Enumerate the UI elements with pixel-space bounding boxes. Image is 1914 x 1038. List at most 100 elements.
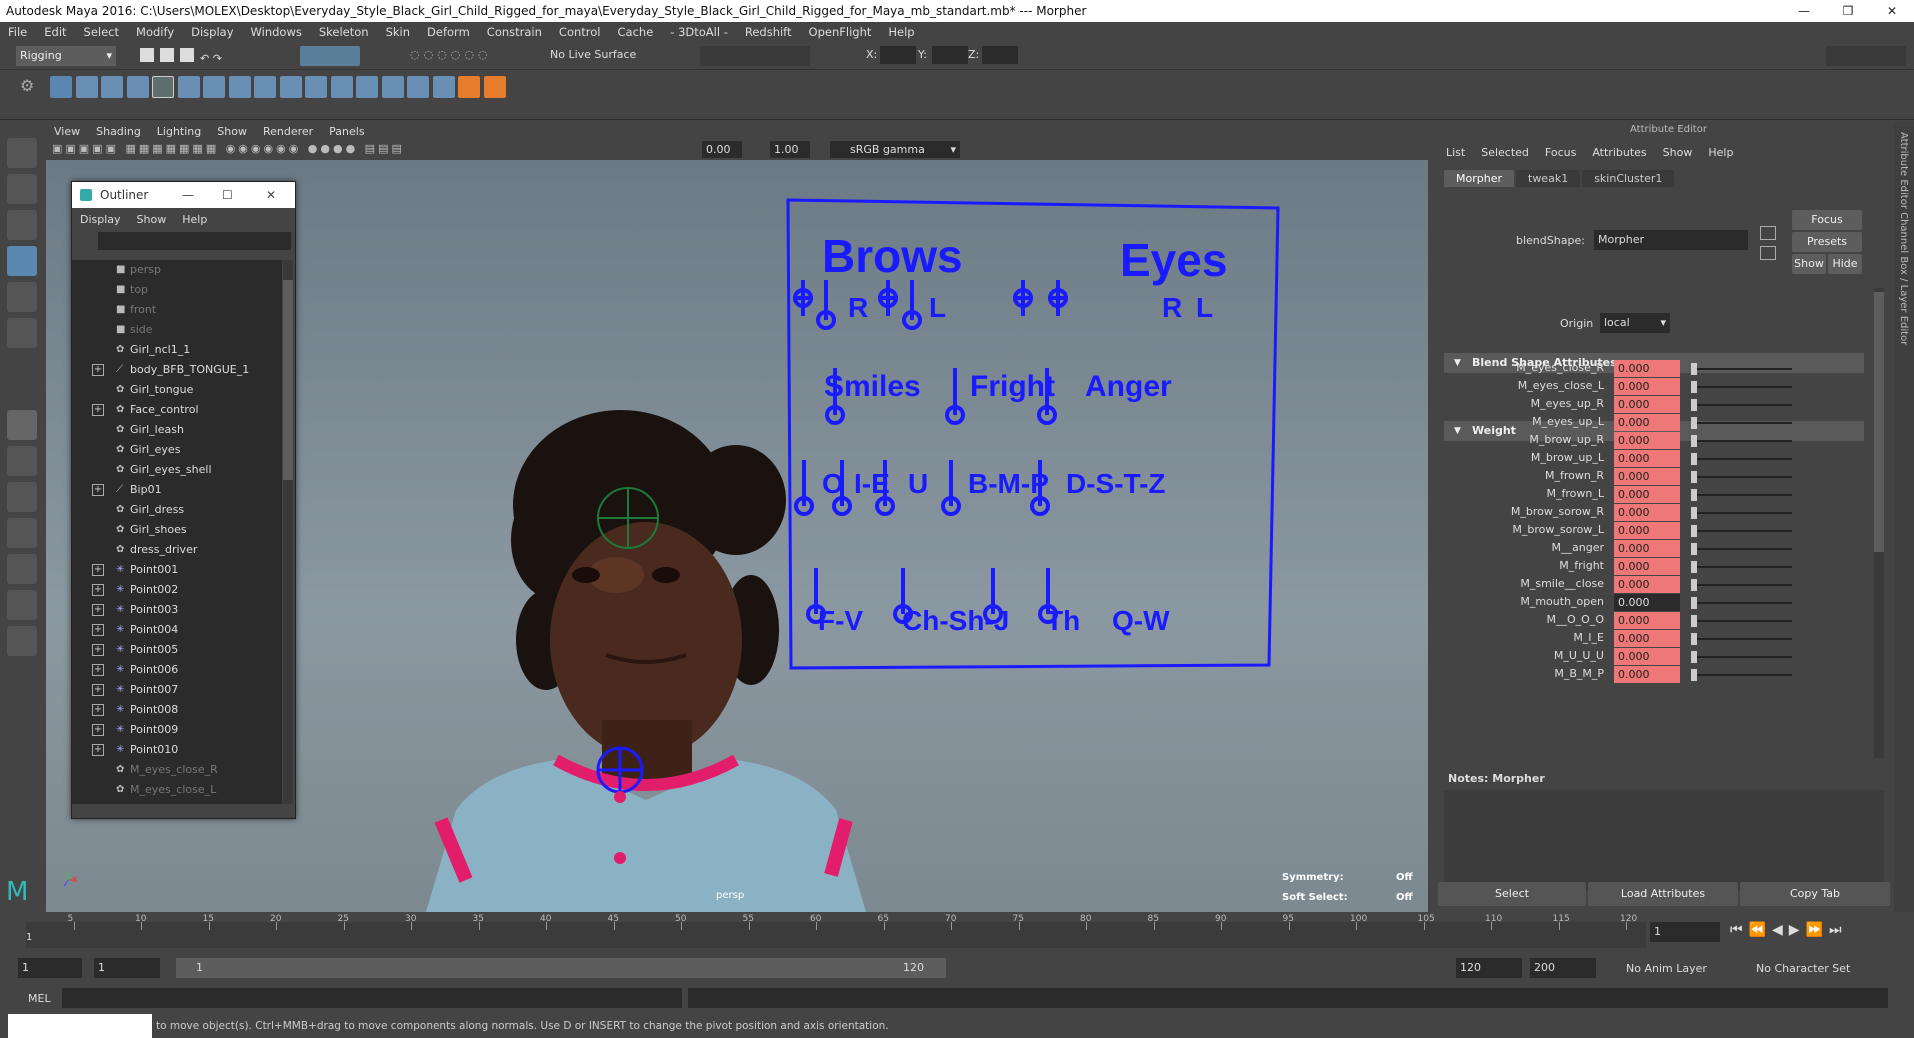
weight-slider[interactable]: [1694, 584, 1792, 586]
expand-icon[interactable]: +: [92, 584, 104, 596]
outliner-item[interactable]: ✿ Girl_tongue: [72, 380, 282, 400]
outliner-item[interactable]: ✿ Girl_eyes_shell: [72, 460, 282, 480]
rotate-tool-icon[interactable]: [7, 282, 37, 312]
outliner-item[interactable]: + ⟋ Bip01: [72, 480, 282, 500]
weight-slider[interactable]: [1694, 530, 1792, 532]
outliner-item[interactable]: + ✳ Point010: [72, 740, 282, 760]
weight-slider[interactable]: [1694, 494, 1792, 496]
weight-slider-handle[interactable]: [1691, 435, 1697, 447]
outliner-item[interactable]: + ✳ Point003: [72, 600, 282, 620]
layout2-icon[interactable]: [7, 590, 37, 620]
panel-menu-show[interactable]: Show: [217, 125, 247, 138]
weight-value-field[interactable]: 0.000: [1614, 630, 1680, 647]
weight-value-field[interactable]: 0.000: [1614, 594, 1680, 611]
hide-button[interactable]: Hide: [1828, 254, 1862, 274]
persp-outliner-icon[interactable]: [7, 482, 37, 512]
weight-value-field[interactable]: 0.000: [1614, 540, 1680, 557]
attr-menu-selected[interactable]: Selected: [1481, 146, 1529, 159]
weight-slider[interactable]: [1694, 512, 1792, 514]
expand-icon[interactable]: +: [92, 404, 104, 416]
expand-icon[interactable]: +: [92, 644, 104, 656]
paint-select-icon[interactable]: [7, 210, 37, 240]
weight-slider-handle[interactable]: [1691, 381, 1697, 393]
anim-end-field[interactable]: 200: [1530, 958, 1596, 978]
weight-value-field[interactable]: 0.000: [1614, 558, 1680, 575]
expand-icon[interactable]: +: [92, 624, 104, 636]
outliner-item[interactable]: + ✳ Point009: [72, 720, 282, 740]
weight-slider-handle[interactable]: [1691, 507, 1697, 519]
weight-value-field[interactable]: 0.000: [1614, 666, 1680, 683]
face-slider[interactable]: [945, 368, 965, 425]
outliner-menu-display[interactable]: Display: [80, 213, 121, 226]
move-tool-icon[interactable]: [7, 246, 37, 276]
menu-modify[interactable]: Modify: [136, 25, 174, 39]
weight-slider-handle[interactable]: [1691, 669, 1697, 681]
close-icon[interactable]: ✕: [266, 182, 276, 208]
expand-icon[interactable]: +: [92, 704, 104, 716]
weight-slider-handle[interactable]: [1691, 489, 1697, 501]
menu-display[interactable]: Display: [191, 25, 233, 39]
weight-slider[interactable]: [1694, 458, 1792, 460]
weight-value-field[interactable]: 0.000: [1614, 378, 1680, 395]
playback-controls[interactable]: ⏮⏪◀▶⏩⏭: [1730, 922, 1848, 938]
y-field[interactable]: [932, 46, 968, 64]
weight-slider[interactable]: [1694, 656, 1792, 658]
panel-menu-renderer[interactable]: Renderer: [263, 125, 313, 138]
attribute-scrollbar[interactable]: [1874, 288, 1884, 758]
gear-icon[interactable]: ⚙: [20, 76, 34, 95]
expand-icon[interactable]: +: [92, 484, 104, 496]
playback-end-field[interactable]: 120: [1456, 958, 1522, 978]
expand-icon[interactable]: +: [92, 564, 104, 576]
weight-value-field[interactable]: 0.000: [1614, 360, 1680, 377]
weight-value-field[interactable]: 0.000: [1614, 486, 1680, 503]
weight-slider[interactable]: [1694, 602, 1792, 604]
weight-slider[interactable]: [1694, 566, 1792, 568]
load-attributes-button[interactable]: Load Attributes: [1588, 882, 1738, 906]
time-ruler[interactable]: 5 10 15 20 25 30 35 40 45 50 55 60 65 70 75 80 85 90 95 100…: [26, 914, 1646, 948]
menu-cache[interactable]: Cache: [618, 25, 654, 39]
weight-slider-handle[interactable]: [1691, 525, 1697, 537]
outliner-item[interactable]: + ✳ Point007: [72, 680, 282, 700]
outliner-item[interactable]: ✿ Girl_ncl1_1: [72, 340, 282, 360]
panel-menu-view[interactable]: View: [54, 125, 80, 138]
weight-slider[interactable]: [1694, 620, 1792, 622]
outliner-item[interactable]: ✿ M_eyes_close_L: [72, 780, 282, 800]
outliner-menu-help[interactable]: Help: [182, 213, 207, 226]
weight-slider-handle[interactable]: [1691, 597, 1697, 609]
input-connection-icon[interactable]: [1760, 226, 1776, 240]
outliner-item[interactable]: + ✳ Point005: [72, 640, 282, 660]
expand-icon[interactable]: +: [92, 604, 104, 616]
notes-textarea[interactable]: [1444, 790, 1884, 890]
weight-value-field[interactable]: 0.000: [1614, 432, 1680, 449]
outliner-titlebar[interactable]: Outliner — ☐ ✕: [72, 182, 295, 208]
weight-slider[interactable]: [1694, 368, 1792, 370]
menu-3dtoall[interactable]: - 3DtoAll -: [670, 25, 728, 39]
outliner-item[interactable]: ✿ Girl_dress: [72, 500, 282, 520]
minimized-window[interactable]: [8, 1014, 152, 1038]
outliner-item[interactable]: ✿ dress_driver: [72, 540, 282, 560]
expand-icon[interactable]: +: [92, 744, 104, 756]
live-surface-label[interactable]: No Live Surface: [550, 48, 636, 61]
outliner-search-input[interactable]: [98, 232, 291, 250]
show-button[interactable]: Show: [1792, 254, 1826, 274]
lasso-tool-icon[interactable]: [7, 174, 37, 204]
expand-icon[interactable]: +: [92, 684, 104, 696]
expand-icon[interactable]: +: [92, 724, 104, 736]
weight-slider[interactable]: [1694, 476, 1792, 478]
mode-dropdown[interactable]: Rigging ▾: [16, 46, 116, 66]
minimize-icon[interactable]: —: [182, 182, 194, 208]
outliner-item[interactable]: ■ persp: [72, 260, 282, 280]
menu-control[interactable]: Control: [559, 25, 601, 39]
tab-morpher[interactable]: Morpher: [1444, 170, 1514, 187]
menu-skin[interactable]: Skin: [386, 25, 410, 39]
restore-icon[interactable]: ❐: [1828, 0, 1868, 22]
mel-input[interactable]: [62, 988, 682, 1008]
time-slider[interactable]: 5 10 15 20 25 30 35 40 45 50 55 60 65 70 75 80 85 90 95 100…: [0, 914, 1914, 950]
weight-slider[interactable]: [1694, 386, 1792, 388]
playback-start-field[interactable]: 1: [94, 958, 160, 978]
outliner-scrollbar[interactable]: [283, 260, 293, 804]
output-connection-icon[interactable]: [1760, 246, 1776, 260]
select-button[interactable]: Select: [1438, 882, 1586, 906]
weight-slider-handle[interactable]: [1691, 633, 1697, 645]
four-view-icon[interactable]: [7, 446, 37, 476]
